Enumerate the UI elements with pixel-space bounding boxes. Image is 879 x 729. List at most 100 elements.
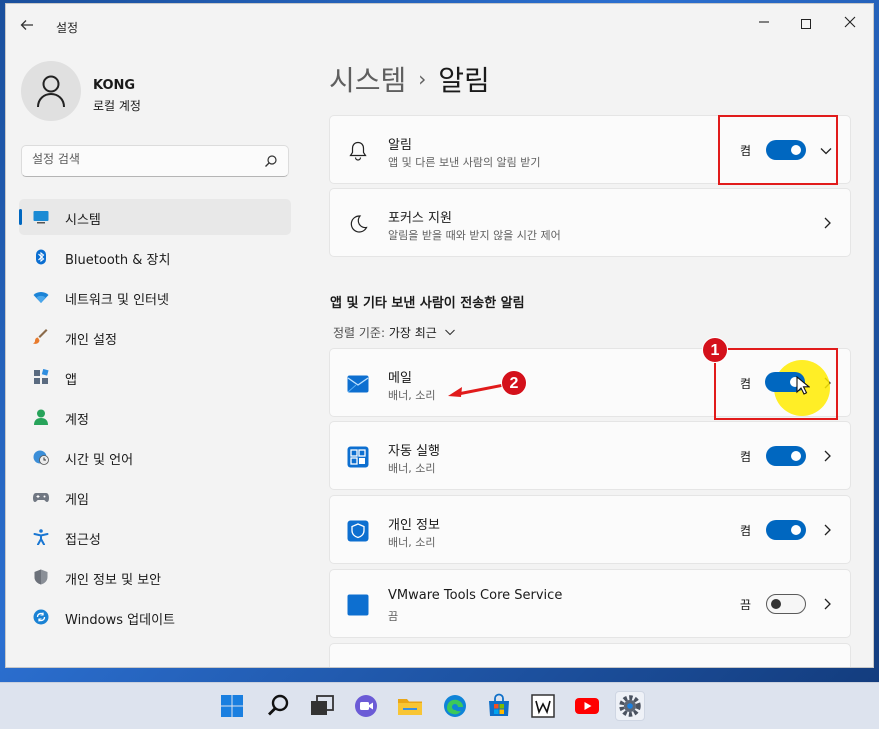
app-card-autoplay[interactable]: 자동 실행 배너, 소리 켬 xyxy=(329,421,851,490)
edge-icon xyxy=(444,695,466,717)
card-subtitle: 배너, 소리 xyxy=(388,462,436,475)
windows-start-icon xyxy=(221,695,243,717)
user-name: KONG xyxy=(93,78,136,93)
user-profile[interactable]: KONG 로컬 계정 xyxy=(21,61,291,125)
minimize-icon xyxy=(759,21,769,23)
file-explorer-button[interactable] xyxy=(395,691,425,721)
app-title: 설정 xyxy=(56,21,79,35)
sidebar-item-label: 네트워크 및 인터넷 xyxy=(65,293,169,308)
sort-dropdown[interactable]: 정렬 기준: 가장 최근 xyxy=(333,324,456,341)
sidebar-nav: 시스템 Bluetooth & 장치 네트워크 및 인터넷 개인 설정 앱 계정… xyxy=(19,199,291,639)
task-view-button[interactable] xyxy=(307,691,337,721)
breadcrumb-separator: › xyxy=(418,67,427,91)
sort-value[interactable]: 가장 최근 xyxy=(389,326,437,340)
focus-assist-card[interactable]: 포커스 지원 알림을 받을 때와 받지 않을 시간 제어 xyxy=(329,188,851,257)
sidebar-item-label: 게임 xyxy=(65,493,89,508)
maximize-icon xyxy=(801,19,811,29)
card-title: 알림 xyxy=(388,138,412,153)
taskbar xyxy=(0,682,879,729)
app-card-partial[interactable] xyxy=(329,643,851,667)
sidebar-item-label: 계정 xyxy=(65,413,89,428)
security-toggle[interactable] xyxy=(766,520,806,540)
globe-clock-icon xyxy=(33,450,49,465)
sidebar-item-label: 접근성 xyxy=(65,533,101,548)
chevron-down-icon[interactable] xyxy=(444,327,456,337)
avatar xyxy=(21,61,81,121)
youtube-button[interactable] xyxy=(572,691,602,721)
settings-taskbar-button[interactable] xyxy=(615,691,645,721)
update-icon xyxy=(33,609,49,625)
monitor-icon xyxy=(33,211,49,224)
youtube-icon xyxy=(575,698,599,714)
sidebar-item-network[interactable]: 네트워크 및 인터넷 xyxy=(19,279,291,315)
chevron-right-icon[interactable] xyxy=(820,213,834,233)
sidebar-item-label: 시스템 xyxy=(65,213,101,228)
sidebar-item-accessibility[interactable]: 접근성 xyxy=(19,519,291,555)
account-type: 로컬 계정 xyxy=(93,99,141,113)
maximize-button[interactable] xyxy=(786,10,826,38)
sidebar-item-gaming[interactable]: 게임 xyxy=(19,479,291,515)
wifi-icon xyxy=(33,292,49,303)
taskbar-search-button[interactable] xyxy=(264,691,294,721)
breadcrumb: 시스템 › 알림 xyxy=(329,59,490,99)
sidebar-item-privacy[interactable]: 개인 정보 및 보안 xyxy=(19,559,291,595)
breadcrumb-parent[interactable]: 시스템 xyxy=(329,64,406,97)
toggle-state-label: 켬 xyxy=(740,450,752,464)
store-button[interactable] xyxy=(484,691,514,721)
title-bar: 설정 xyxy=(6,4,873,48)
search-icon[interactable] xyxy=(264,154,278,168)
card-title: VMware Tools Core Service xyxy=(388,588,563,603)
sidebar-item-personalization[interactable]: 개인 설정 xyxy=(19,319,291,355)
page-title: 알림 xyxy=(438,64,490,97)
bell-icon xyxy=(349,141,367,161)
mail-icon xyxy=(347,375,369,393)
task-view-icon xyxy=(311,695,334,715)
toggle-state-label: 켬 xyxy=(740,524,752,538)
card-subtitle: 배너, 소리 xyxy=(388,389,436,402)
person-icon xyxy=(34,409,48,425)
start-button[interactable] xyxy=(217,691,247,721)
sidebar-item-label: Windows 업데이트 xyxy=(65,613,176,628)
minimize-button[interactable] xyxy=(744,10,784,38)
sidebar-item-label: Bluetooth & 장치 xyxy=(65,253,171,268)
search-box[interactable] xyxy=(21,145,289,177)
chevron-right-icon[interactable] xyxy=(820,446,834,466)
card-title: 포커스 지원 xyxy=(388,211,452,226)
edge-button[interactable] xyxy=(440,691,470,721)
chevron-right-icon[interactable] xyxy=(820,520,834,540)
back-button[interactable] xyxy=(19,17,37,35)
shield-icon xyxy=(34,569,48,585)
gamepad-icon xyxy=(33,493,49,502)
app-card-security[interactable]: 개인 정보 배너, 소리 켬 xyxy=(329,495,851,564)
close-icon xyxy=(844,16,856,28)
moon-icon xyxy=(350,215,368,233)
sidebar-item-bluetooth[interactable]: Bluetooth & 장치 xyxy=(19,239,291,275)
brush-icon xyxy=(33,329,48,344)
annotation-box-mail-toggle xyxy=(714,348,838,420)
sidebar-item-accounts[interactable]: 계정 xyxy=(19,399,291,435)
wikipedia-icon xyxy=(531,694,555,718)
close-button[interactable] xyxy=(830,10,870,38)
vmware-toggle[interactable] xyxy=(766,594,806,614)
sidebar-item-windows-update[interactable]: Windows 업데이트 xyxy=(19,599,291,635)
card-title: 자동 실행 xyxy=(388,444,440,459)
wikipedia-button[interactable] xyxy=(528,691,558,721)
sidebar-item-time-language[interactable]: 시간 및 언어 xyxy=(19,439,291,475)
card-subtitle: 배너, 소리 xyxy=(388,536,436,549)
accessibility-icon xyxy=(33,529,49,545)
annotation-box-notifications xyxy=(718,115,838,185)
chevron-right-icon[interactable] xyxy=(820,594,834,614)
sidebar-item-system[interactable]: 시스템 xyxy=(19,199,291,235)
app-card-vmware[interactable]: VMware Tools Core Service 끔 끔 xyxy=(329,569,851,638)
sidebar-item-apps[interactable]: 앱 xyxy=(19,359,291,395)
sidebar-item-label: 시간 및 언어 xyxy=(65,453,134,468)
apps-icon xyxy=(34,369,49,384)
card-subtitle: 알림을 받을 때와 받지 않을 시간 제어 xyxy=(388,229,561,242)
teams-chat-icon xyxy=(355,695,377,717)
chat-button[interactable] xyxy=(351,691,381,721)
search-input[interactable] xyxy=(32,152,252,166)
store-icon xyxy=(489,693,509,716)
search-icon xyxy=(268,694,289,716)
autoplay-toggle[interactable] xyxy=(766,446,806,466)
card-title: 개인 정보 xyxy=(388,518,440,533)
